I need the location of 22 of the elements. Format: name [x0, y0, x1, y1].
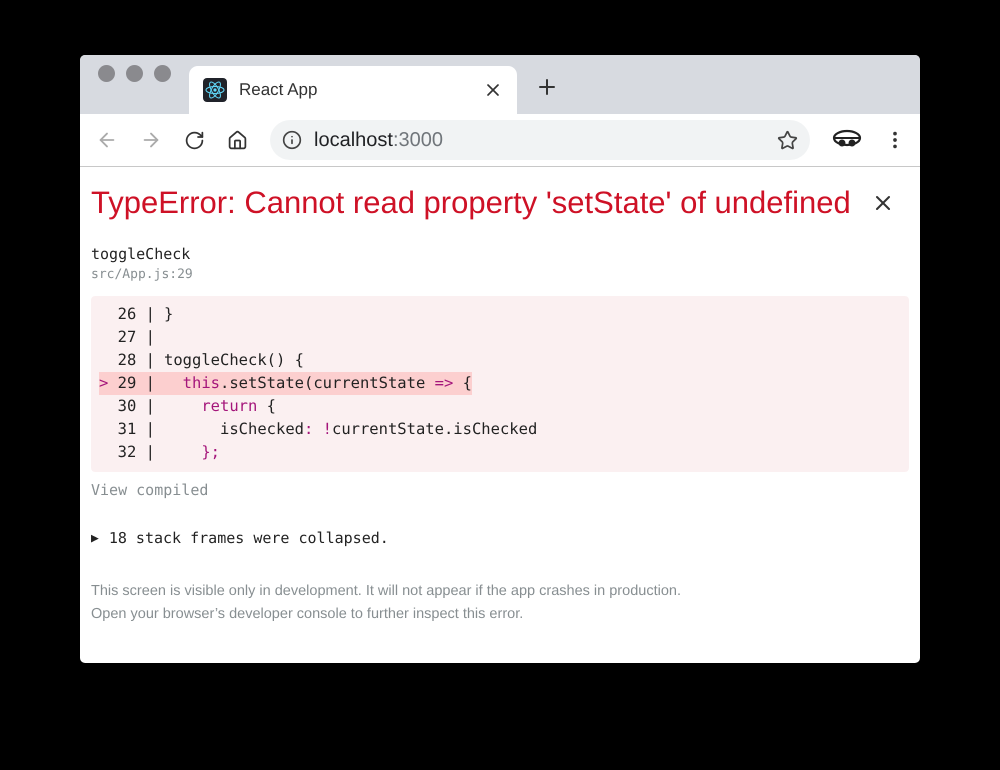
- footer-note: Open your browser’s developer console to further inspect this error.: [91, 605, 524, 624]
- home-icon[interactable]: [227, 130, 248, 150]
- expand-toggle[interactable]: ▶: [91, 530, 99, 546]
- error-title: TypeError: Cannot read property 'setState' of undefined: [91, 185, 851, 221]
- code-line: 31 | isChecked: !currentState.isChecked: [116, 419, 538, 440]
- address-bar[interactable]: localhost:3000: [270, 120, 810, 160]
- code-line: 26 | }: [116, 304, 174, 325]
- info-icon: [282, 130, 302, 150]
- tab-title: React App: [239, 80, 318, 100]
- collapsed-frames-text[interactable]: 18 stack frames were collapsed.: [108, 529, 389, 547]
- star-icon[interactable]: [777, 130, 798, 150]
- code-line: 32 | };: [116, 442, 220, 463]
- code-line: 28 | toggleCheck() {: [116, 350, 304, 371]
- atom-icon: [203, 78, 227, 102]
- footer-note: This screen is visible only in development. It will not appear if the app crashes in production.: [91, 582, 682, 601]
- code-line: 30 | return {: [116, 396, 276, 417]
- reload-icon[interactable]: [184, 130, 205, 150]
- url-text: localhost:3000: [314, 128, 444, 152]
- file-location: src/App.js:29: [91, 267, 194, 282]
- browser-tab[interactable]: React App: [189, 66, 517, 114]
- code-line: 27 |: [116, 327, 156, 348]
- function-name: toggleCheck: [91, 245, 192, 263]
